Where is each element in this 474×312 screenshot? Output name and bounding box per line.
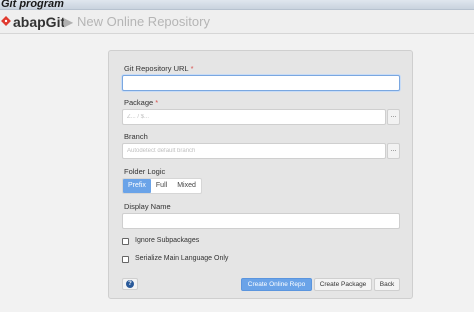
package-input[interactable] — [122, 109, 386, 125]
new-repo-form-panel: Git Repository URL* Package* ... Branch … — [108, 50, 413, 299]
create-package-button[interactable]: Create Package — [314, 278, 372, 291]
folder-logic-selector: Prefix Full Mixed — [122, 178, 202, 194]
url-required-mark: * — [190, 64, 194, 73]
git-url-input[interactable] — [122, 75, 400, 91]
package-required-mark: * — [155, 98, 159, 107]
serialize-main-language-label: Serialize Main Language Only — [135, 255, 229, 262]
back-button[interactable]: Back — [374, 278, 400, 291]
help-icon: ? — [126, 280, 134, 288]
create-online-repo-button[interactable]: Create Online Repo — [241, 278, 312, 291]
page-header: abapGit ▶ New Online Repository — [0, 10, 474, 34]
display-name-label: Display Name — [124, 202, 171, 211]
help-button[interactable]: ? — [122, 278, 138, 290]
package-browse-button[interactable]: ... — [387, 109, 400, 125]
display-name-input[interactable] — [122, 213, 400, 229]
branch-browse-button[interactable]: ... — [387, 143, 400, 159]
brand-name[interactable]: abapGit — [13, 14, 65, 30]
folder-logic-prefix[interactable]: Prefix — [123, 179, 151, 193]
folder-logic-label: Folder Logic — [124, 167, 166, 176]
abapgit-logo-icon — [1, 16, 11, 26]
folder-logic-full[interactable]: Full — [151, 179, 172, 193]
window-titlebar: Git program — [0, 0, 474, 10]
url-label: Git Repository URL * — [124, 64, 194, 74]
serialize-main-language-checkbox[interactable] — [122, 255, 129, 263]
ignore-subpackages-row: Ignore Subpackages — [122, 236, 199, 246]
ignore-subpackages-label: Ignore Subpackages — [135, 237, 200, 244]
branch-label: Branch — [124, 132, 148, 141]
package-label: Package * — [124, 98, 158, 108]
folder-logic-mixed[interactable]: Mixed — [172, 179, 201, 193]
ignore-subpackages-checkbox[interactable] — [122, 237, 129, 245]
branch-input[interactable] — [122, 143, 386, 159]
package-label-text: Package — [124, 98, 154, 107]
url-label-text: Git Repository URL — [124, 64, 189, 73]
serialize-main-language-row: Serialize Main Language Only — [122, 254, 228, 264]
page-title: New Online Repository — [77, 14, 210, 29]
breadcrumb-arrow-icon: ▶ — [64, 15, 74, 29]
